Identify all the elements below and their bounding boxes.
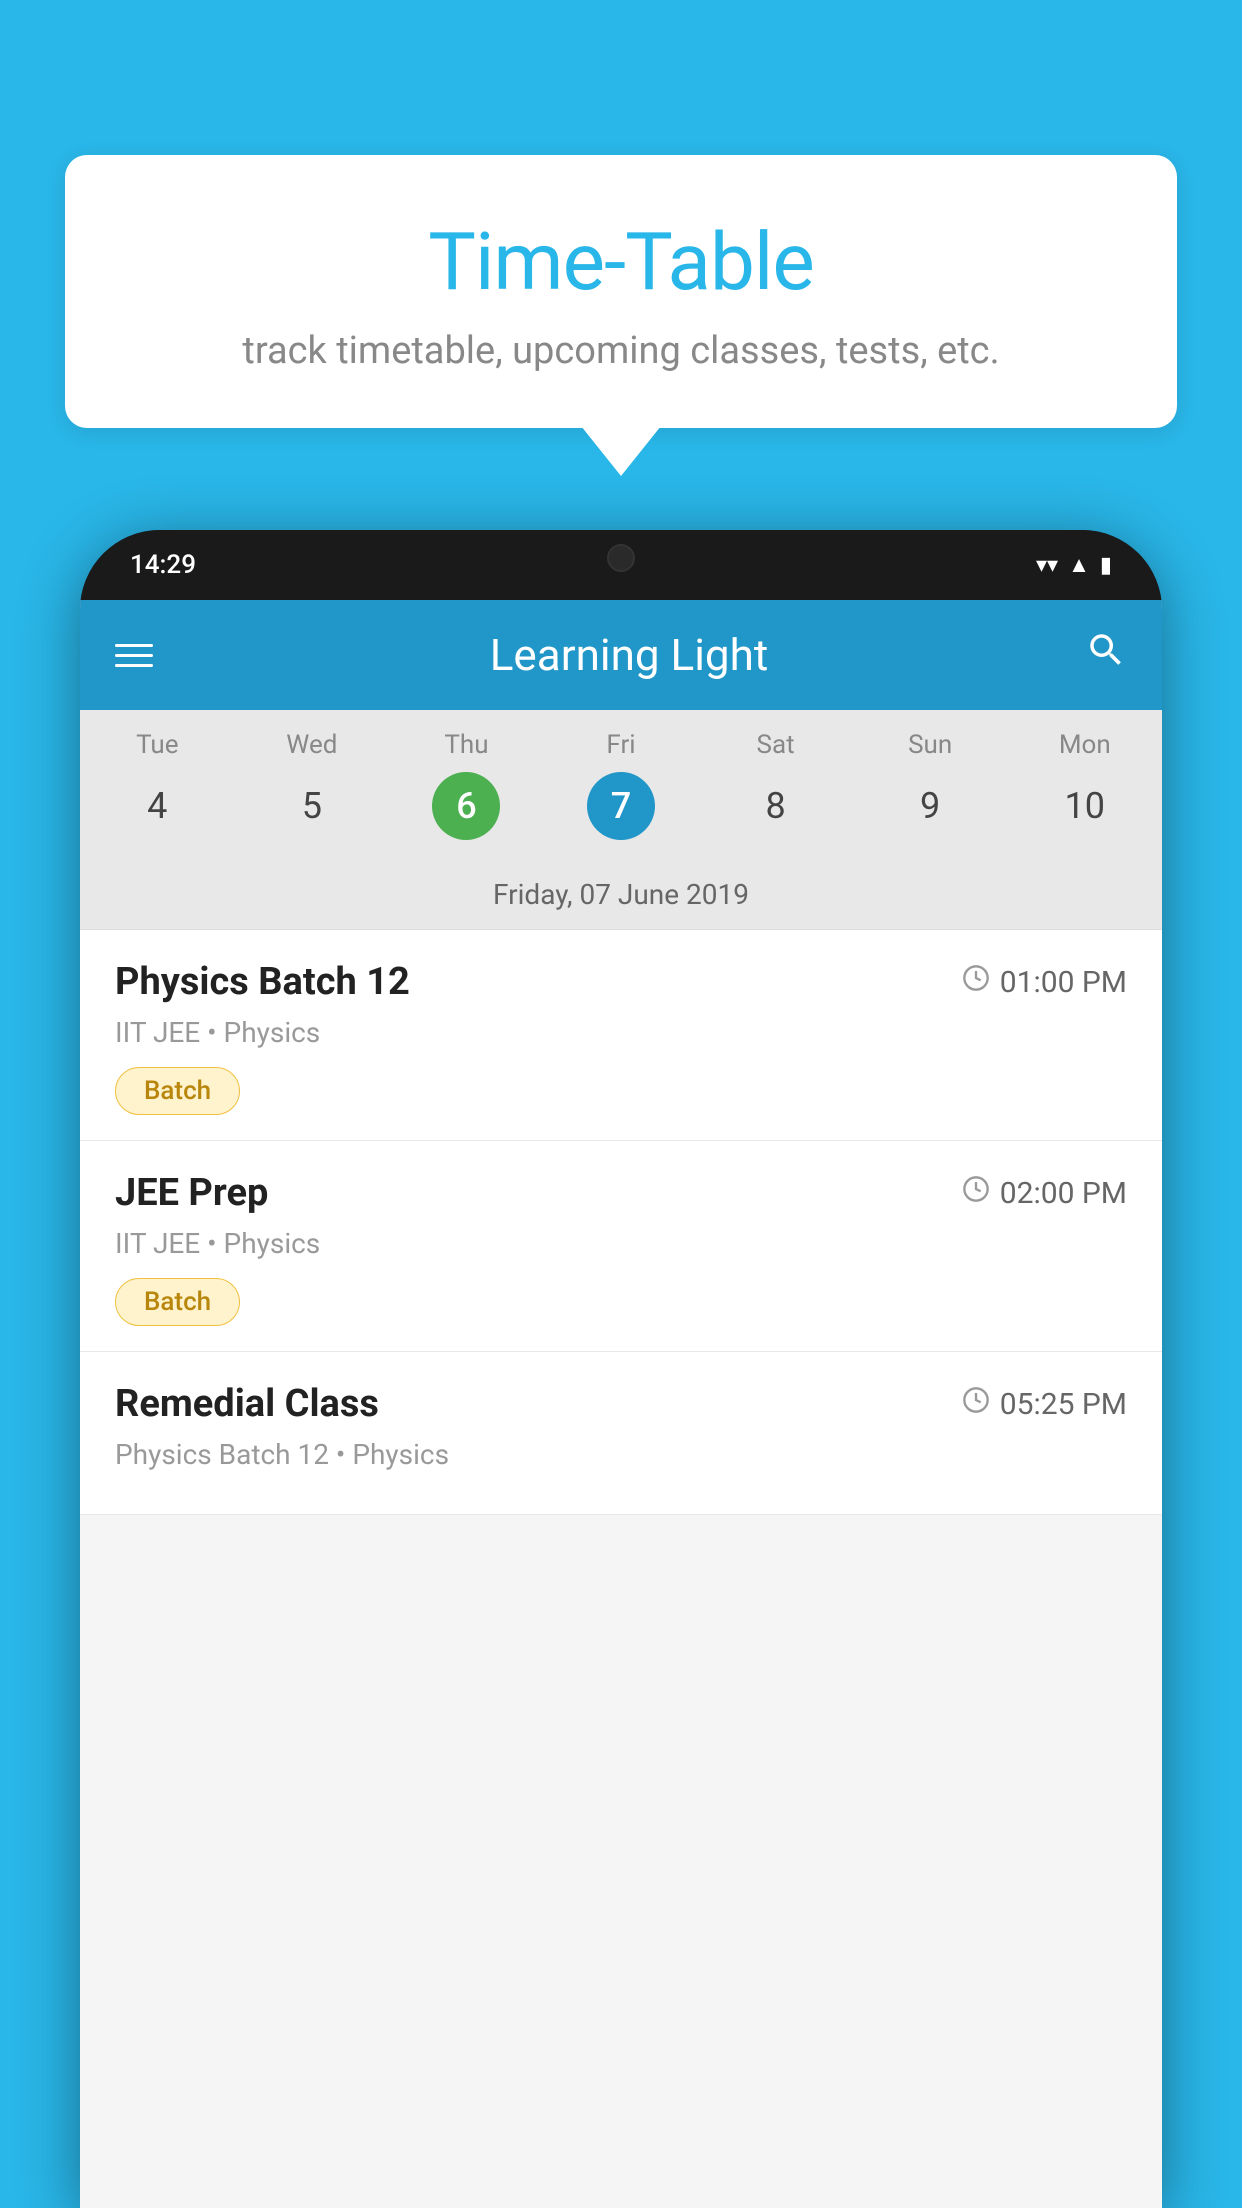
- batch-badge: Batch: [115, 1067, 240, 1115]
- schedule-item-subtitle: Physics Batch 12 • Physics: [115, 1438, 1127, 1471]
- schedule-item-top: Physics Batch 12 01:00 PM: [115, 960, 1127, 1004]
- batch-badge: Batch: [115, 1278, 240, 1326]
- phone-frame: 14:29 ▾▾ ▲ ▮ Learning Light: [80, 530, 1162, 2208]
- day-name: Wed: [235, 730, 390, 760]
- phone-screen: Learning Light Tue4Wed5Thu6Fri7Sat8Sun9M…: [80, 600, 1162, 2208]
- schedule-item-time: 05:25 PM: [962, 1386, 1127, 1422]
- schedule-item-time: 02:00 PM: [962, 1175, 1127, 1211]
- time-text: 01:00 PM: [1000, 965, 1127, 1000]
- day-number: 5: [278, 772, 346, 840]
- menu-line-1: [115, 644, 153, 647]
- time-text: 02:00 PM: [1000, 1176, 1127, 1211]
- clock-icon: [962, 1175, 990, 1211]
- phone-top-bar: 14:29 ▾▾ ▲ ▮: [80, 530, 1162, 600]
- clock-icon: [962, 964, 990, 1000]
- day-name: Fri: [544, 730, 699, 760]
- day-name: Sat: [698, 730, 853, 760]
- menu-line-2: [115, 654, 153, 657]
- schedule-item-top: Remedial Class 05:25 PM: [115, 1382, 1127, 1426]
- schedule-item-title: JEE Prep: [115, 1171, 268, 1215]
- day-number: 8: [742, 772, 810, 840]
- signal-icon: ▲: [1068, 552, 1090, 578]
- time-text: 05:25 PM: [1000, 1387, 1127, 1422]
- status-time: 14:29: [130, 550, 196, 580]
- day-name: Tue: [80, 730, 235, 760]
- day-col-fri[interactable]: Fri 7: [544, 710, 699, 860]
- battery-icon: ▮: [1100, 553, 1112, 578]
- schedule-item-time: 01:00 PM: [962, 964, 1127, 1000]
- app-bar: Learning Light: [80, 600, 1162, 710]
- day-col-sat[interactable]: Sat 8: [698, 710, 853, 860]
- speech-bubble-subtitle: track timetable, upcoming classes, tests…: [135, 329, 1107, 373]
- schedule-item[interactable]: JEE Prep 02:00 PM IIT JEE • Physics Batch: [80, 1141, 1162, 1352]
- schedule-item-title: Remedial Class: [115, 1382, 379, 1426]
- app-title: Learning Light: [173, 629, 1085, 681]
- day-number: 7: [587, 772, 655, 840]
- calendar-days-row: Tue 4 Wed 5 Thu 6 Fri 7 Sat 8 Sun 9 Mon 10: [80, 710, 1162, 860]
- speech-bubble: Time-Table track timetable, upcoming cla…: [65, 155, 1177, 428]
- day-number: 9: [896, 772, 964, 840]
- phone-notch: [511, 530, 731, 585]
- schedule-item-subtitle: IIT JEE • Physics: [115, 1016, 1127, 1049]
- speech-bubble-title: Time-Table: [135, 215, 1107, 309]
- day-col-mon[interactable]: Mon 10: [1007, 710, 1162, 860]
- day-name: Mon: [1007, 730, 1162, 760]
- day-number: 4: [123, 772, 191, 840]
- selected-date-label: Friday, 07 June 2019: [80, 860, 1162, 930]
- day-name: Sun: [853, 730, 1008, 760]
- phone-camera: [607, 544, 635, 572]
- day-col-wed[interactable]: Wed 5: [235, 710, 390, 860]
- schedule-list: Physics Batch 12 01:00 PM IIT JEE • Physic…: [80, 930, 1162, 1515]
- schedule-item-title: Physics Batch 12: [115, 960, 410, 1004]
- day-col-sun[interactable]: Sun 9: [853, 710, 1008, 860]
- schedule-item[interactable]: Remedial Class 05:25 PM Physics Batch 12 •…: [80, 1352, 1162, 1515]
- day-number: 6: [432, 772, 500, 840]
- speech-bubble-container: Time-Table track timetable, upcoming cla…: [65, 155, 1177, 428]
- day-number: 10: [1051, 772, 1119, 840]
- calendar-header: Tue 4 Wed 5 Thu 6 Fri 7 Sat 8 Sun 9 Mon 10: [80, 710, 1162, 860]
- schedule-item-top: JEE Prep 02:00 PM: [115, 1171, 1127, 1215]
- schedule-item[interactable]: Physics Batch 12 01:00 PM IIT JEE • Physic…: [80, 930, 1162, 1141]
- menu-button[interactable]: [115, 644, 153, 667]
- wifi-icon: ▾▾: [1036, 553, 1058, 578]
- menu-line-3: [115, 664, 153, 667]
- schedule-item-subtitle: IIT JEE • Physics: [115, 1227, 1127, 1260]
- day-col-thu[interactable]: Thu 6: [389, 710, 544, 860]
- status-icons: ▾▾ ▲ ▮: [1036, 552, 1112, 578]
- day-name: Thu: [389, 730, 544, 760]
- day-col-tue[interactable]: Tue 4: [80, 710, 235, 860]
- search-button[interactable]: [1085, 629, 1127, 682]
- clock-icon: [962, 1386, 990, 1422]
